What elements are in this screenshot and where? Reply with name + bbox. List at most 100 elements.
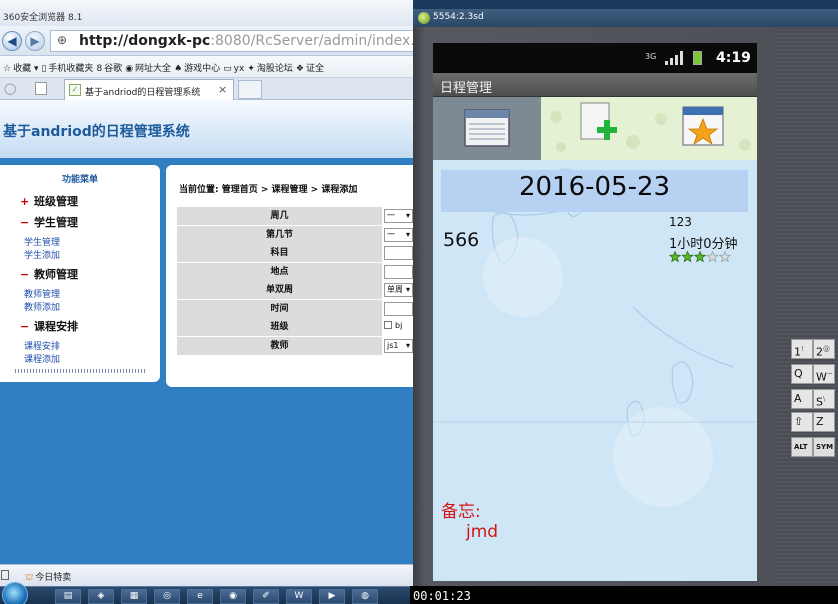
tab-favorite-schedule[interactable] (649, 97, 757, 160)
page-icon: ▭ (223, 64, 232, 74)
close-icon[interactable]: × (218, 83, 227, 96)
bookmark-item[interactable]: ♠ 游戏中心 (174, 61, 220, 74)
menu-scrollbar[interactable] (15, 369, 145, 373)
ie-icon: e (197, 591, 203, 601)
menu-link[interactable]: 课程添加 (24, 352, 60, 365)
form-select[interactable]: 一 (384, 209, 413, 223)
url-input[interactable]: ⊕ http://dongxk-pc:8080/RcServer/admin/i… (50, 30, 413, 52)
menu-link[interactable]: 教师管理 (24, 287, 60, 300)
menu-link[interactable]: 学生管理 (24, 235, 60, 248)
globe-icon: ◉ (125, 64, 134, 74)
keyboard-key[interactable]: 1! (791, 339, 813, 359)
key-label: SYM (816, 443, 834, 451)
forward-button[interactable]: ▶ (25, 31, 45, 51)
calendar-list-icon (464, 109, 510, 147)
bookmark-item[interactable]: ❖ 证全 (296, 61, 324, 74)
tool-icon: ✐ (262, 591, 270, 601)
tab-add-schedule[interactable] (541, 97, 649, 160)
bookmark-item[interactable]: 8 谷歌 (96, 61, 122, 74)
keyboard-key[interactable]: SYM (813, 437, 835, 457)
bookmark-item[interactable]: ◉ 网址大全 (125, 61, 171, 74)
taskbar-app-android[interactable]: ◍ (352, 589, 378, 604)
bookmark-item[interactable]: ☆ 收藏 ▾ (3, 61, 38, 74)
new-tab-button[interactable] (238, 80, 262, 99)
home-icon[interactable]: ◯ (4, 82, 16, 95)
status-link[interactable]: ⛫ 今日特卖 (25, 570, 71, 584)
bookmark-item[interactable]: ▯ 手机收藏夹 (41, 61, 93, 74)
menu-group[interactable]: + 班级管理 (20, 193, 78, 209)
keyboard-key[interactable]: W~ (813, 364, 835, 384)
status-text: 今日特卖 (35, 573, 72, 583)
taskbar-app-browser-360[interactable]: ◎ (154, 589, 180, 604)
keyboard-key[interactable]: Q (791, 364, 813, 384)
taskbar-app-tool[interactable]: ✐ (253, 589, 279, 604)
form-label: 周几 (177, 207, 382, 225)
page-icon[interactable] (35, 82, 47, 95)
chrome-icon: ◉ (229, 591, 237, 601)
keyboard-key[interactable]: ⇧ (791, 412, 813, 432)
battery-icon (693, 51, 702, 65)
tab-active[interactable]: ✓ 基于andriod的日程管理系统 × (64, 79, 234, 100)
bookmark-item[interactable]: ✦ 淘股论坛 (247, 61, 293, 74)
bookmarks-bar: ☆ 收藏 ▾ ▯ 手机收藏夹 8 谷歌 ◉ 网址大全 ♠ 游戏中心 ▭ yx ✦ 淘股论坛 ❖ 证全 (0, 56, 413, 78)
taskbar-app-chrome[interactable]: ◉ (220, 589, 246, 604)
keyboard-key[interactable]: Z (813, 412, 835, 432)
back-arrow-icon: ◀ (7, 34, 17, 48)
window-icon[interactable] (1, 570, 9, 580)
key-alt-label: @ (823, 345, 830, 353)
shield-icon: ⊕ (57, 33, 68, 47)
form-input[interactable] (384, 264, 413, 279)
phone-icon: ▯ (41, 64, 47, 74)
browser-address-bar: ◀ ▶ ⊕ http://dongxk-pc:8080/RcServer/adm… (0, 26, 413, 56)
butterfly-background-image (433, 168, 757, 507)
memo-label: 备忘: (441, 502, 481, 522)
checkbox-label: bj (395, 321, 403, 330)
form-input[interactable] (384, 301, 413, 316)
form-input[interactable] (384, 246, 413, 260)
folder-icon: ▦ (129, 591, 139, 601)
menu-link[interactable]: 课程安排 (24, 339, 60, 352)
taskbar-app-ie[interactable]: e (187, 589, 213, 604)
taskbar-app-explorer[interactable]: ▤ (55, 589, 81, 604)
class-checkbox[interactable]: bj (384, 321, 402, 330)
browser-360-icon: ◎ (163, 591, 171, 601)
bookmark-label: 网址大全 (135, 64, 172, 74)
form-select[interactable]: js1 (384, 338, 413, 353)
keyboard-key[interactable]: ALT (791, 437, 813, 457)
taskbar-app-media[interactable]: ◈ (88, 589, 114, 604)
bookmark-label: 游戏中心 (184, 64, 221, 74)
emulator-titlebar[interactable]: 5554:2.3sd (413, 9, 838, 27)
menu-link[interactable]: 教师添加 (24, 300, 60, 313)
menu-link[interactable]: 学生添加 (24, 248, 60, 261)
bookmark-item[interactable]: ▭ yx (223, 64, 244, 74)
form-select[interactable]: 一 (384, 227, 413, 242)
key-alt-label: ! (801, 345, 804, 353)
back-button[interactable]: ◀ (2, 31, 22, 51)
form-select[interactable]: 单周 (384, 283, 413, 297)
start-button[interactable] (2, 582, 28, 604)
web-page: 基于andriod的日程管理系统 功能菜单 + 班级管理 − 学生管理 学生管理 学生添加… (0, 100, 413, 570)
breadcrumb: 当前位置: 管理首页 > 课程管理 > 课程添加 (179, 185, 358, 195)
schedule-view: 2016-05-23 566 123 1小时0分钟 备忘: jmd (433, 97, 757, 581)
taskbar-app-word[interactable]: W (286, 589, 312, 604)
keyboard-key[interactable]: A (791, 389, 813, 409)
menu-group[interactable]: − 课程安排 (20, 318, 78, 334)
explorer-icon: ▤ (63, 591, 73, 601)
keyboard-key[interactable]: 2@ (813, 339, 835, 359)
tab-schedule-list[interactable] (433, 97, 541, 160)
form-row: 科目 (177, 244, 413, 263)
form-row: 班级 bj (177, 318, 413, 337)
forward-arrow-icon: ▶ (30, 34, 40, 48)
key-label: S (816, 395, 823, 409)
key-label: Q (794, 367, 803, 380)
tab-label: 基于andriod的日程管理系统 (85, 88, 201, 98)
star-filled-icon (681, 251, 694, 263)
browser-titlebar[interactable]: 360安全浏览器 8.1 (0, 0, 413, 26)
taskbar-app-ppt[interactable]: ▶ (319, 589, 345, 604)
taskbar-app-folder[interactable]: ▦ (121, 589, 147, 604)
page-header: 基于andriod的日程管理系统 (0, 100, 413, 158)
menu-group[interactable]: − 学生管理 (20, 214, 78, 230)
key-label: Z (816, 415, 824, 428)
menu-group[interactable]: − 教师管理 (20, 266, 78, 282)
keyboard-key[interactable]: S\ (813, 389, 835, 409)
